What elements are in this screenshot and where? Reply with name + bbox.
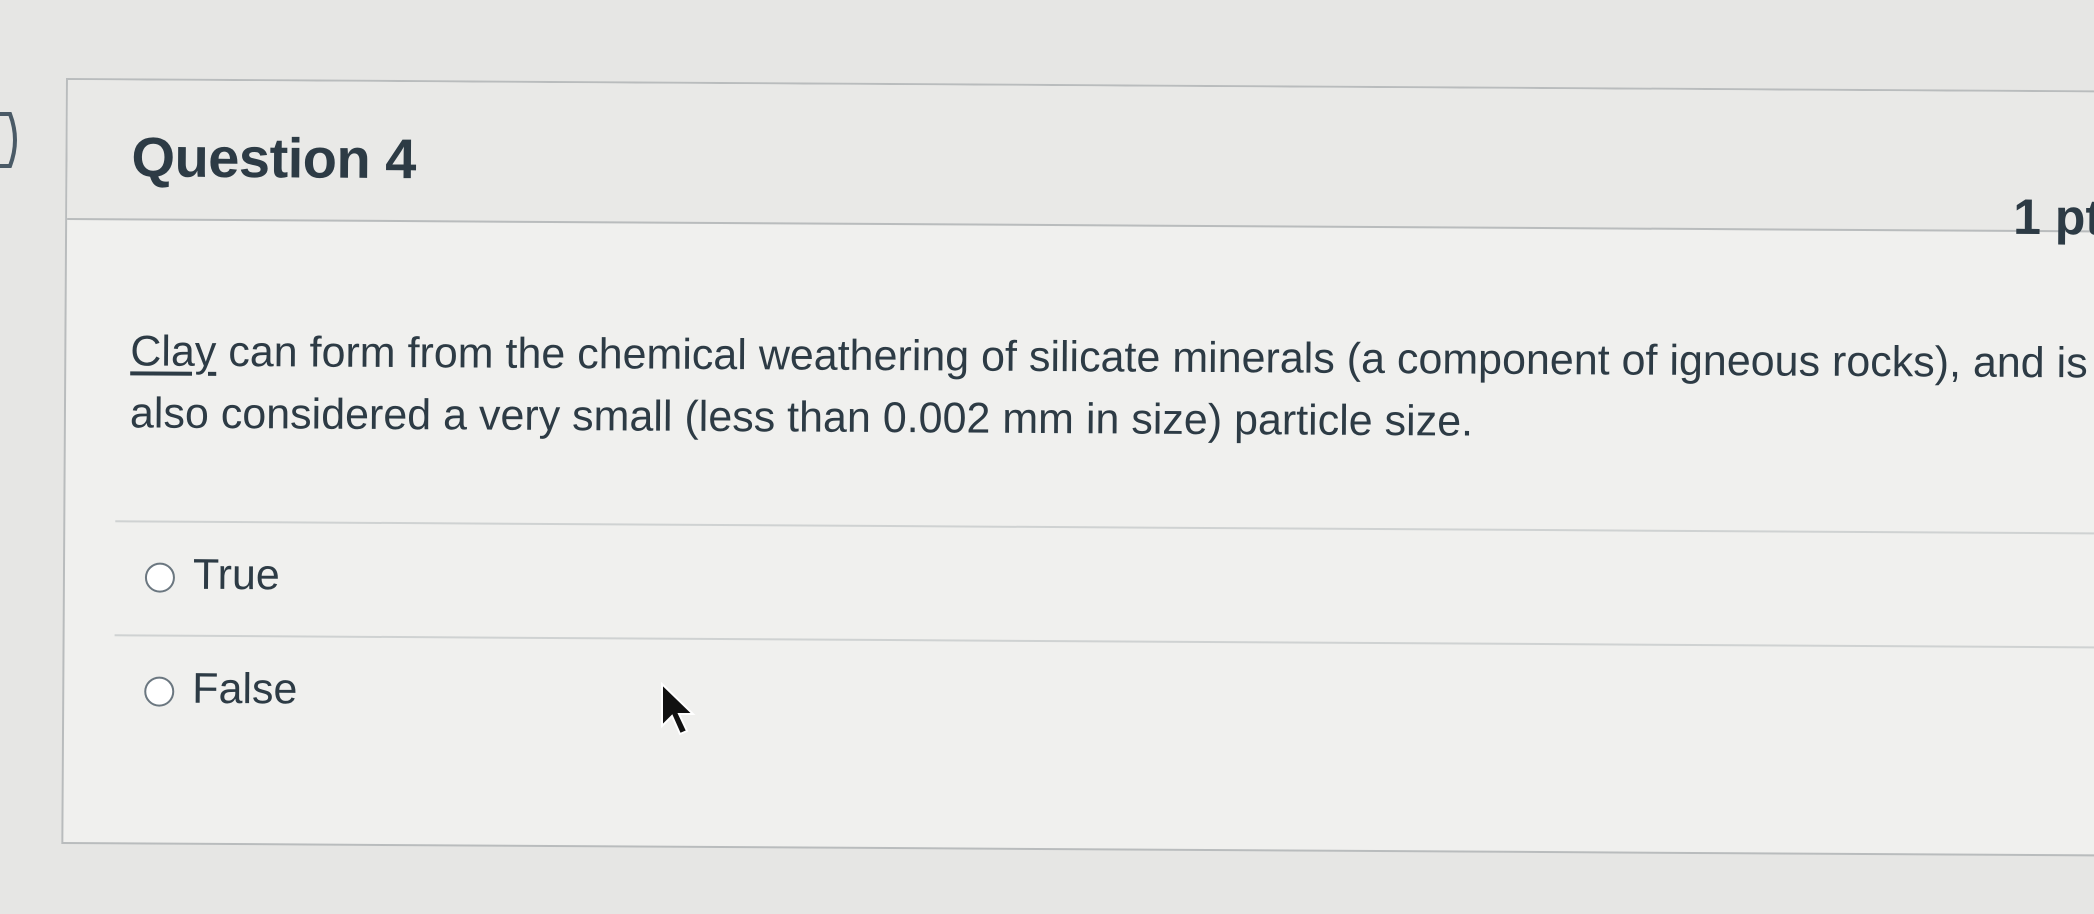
answer-list: True False [114,520,2094,760]
radio-button-true[interactable] [144,562,176,593]
radio-button-false[interactable] [144,676,175,707]
answer-label-true[interactable]: True [193,551,280,601]
question-header: Question 4 1 pt [67,80,2094,245]
answer-option-true[interactable]: True [115,522,2094,646]
question-text-term: Clay [130,327,217,376]
answer-option-false[interactable]: False [114,636,2094,760]
question-points: 1 pt [2013,188,2094,246]
question-text-body: can form from the chemical weathering of… [129,327,2088,446]
question-title: Question 4 [131,125,417,191]
question-card: Question 4 1 pt Clay can form from the c… [61,78,2094,857]
chevron-right-icon[interactable] [0,108,40,172]
answer-label-false[interactable]: False [192,665,297,715]
mouse-cursor-icon [661,682,696,736]
question-text: Clay can form from the chemical weatheri… [130,320,2094,456]
